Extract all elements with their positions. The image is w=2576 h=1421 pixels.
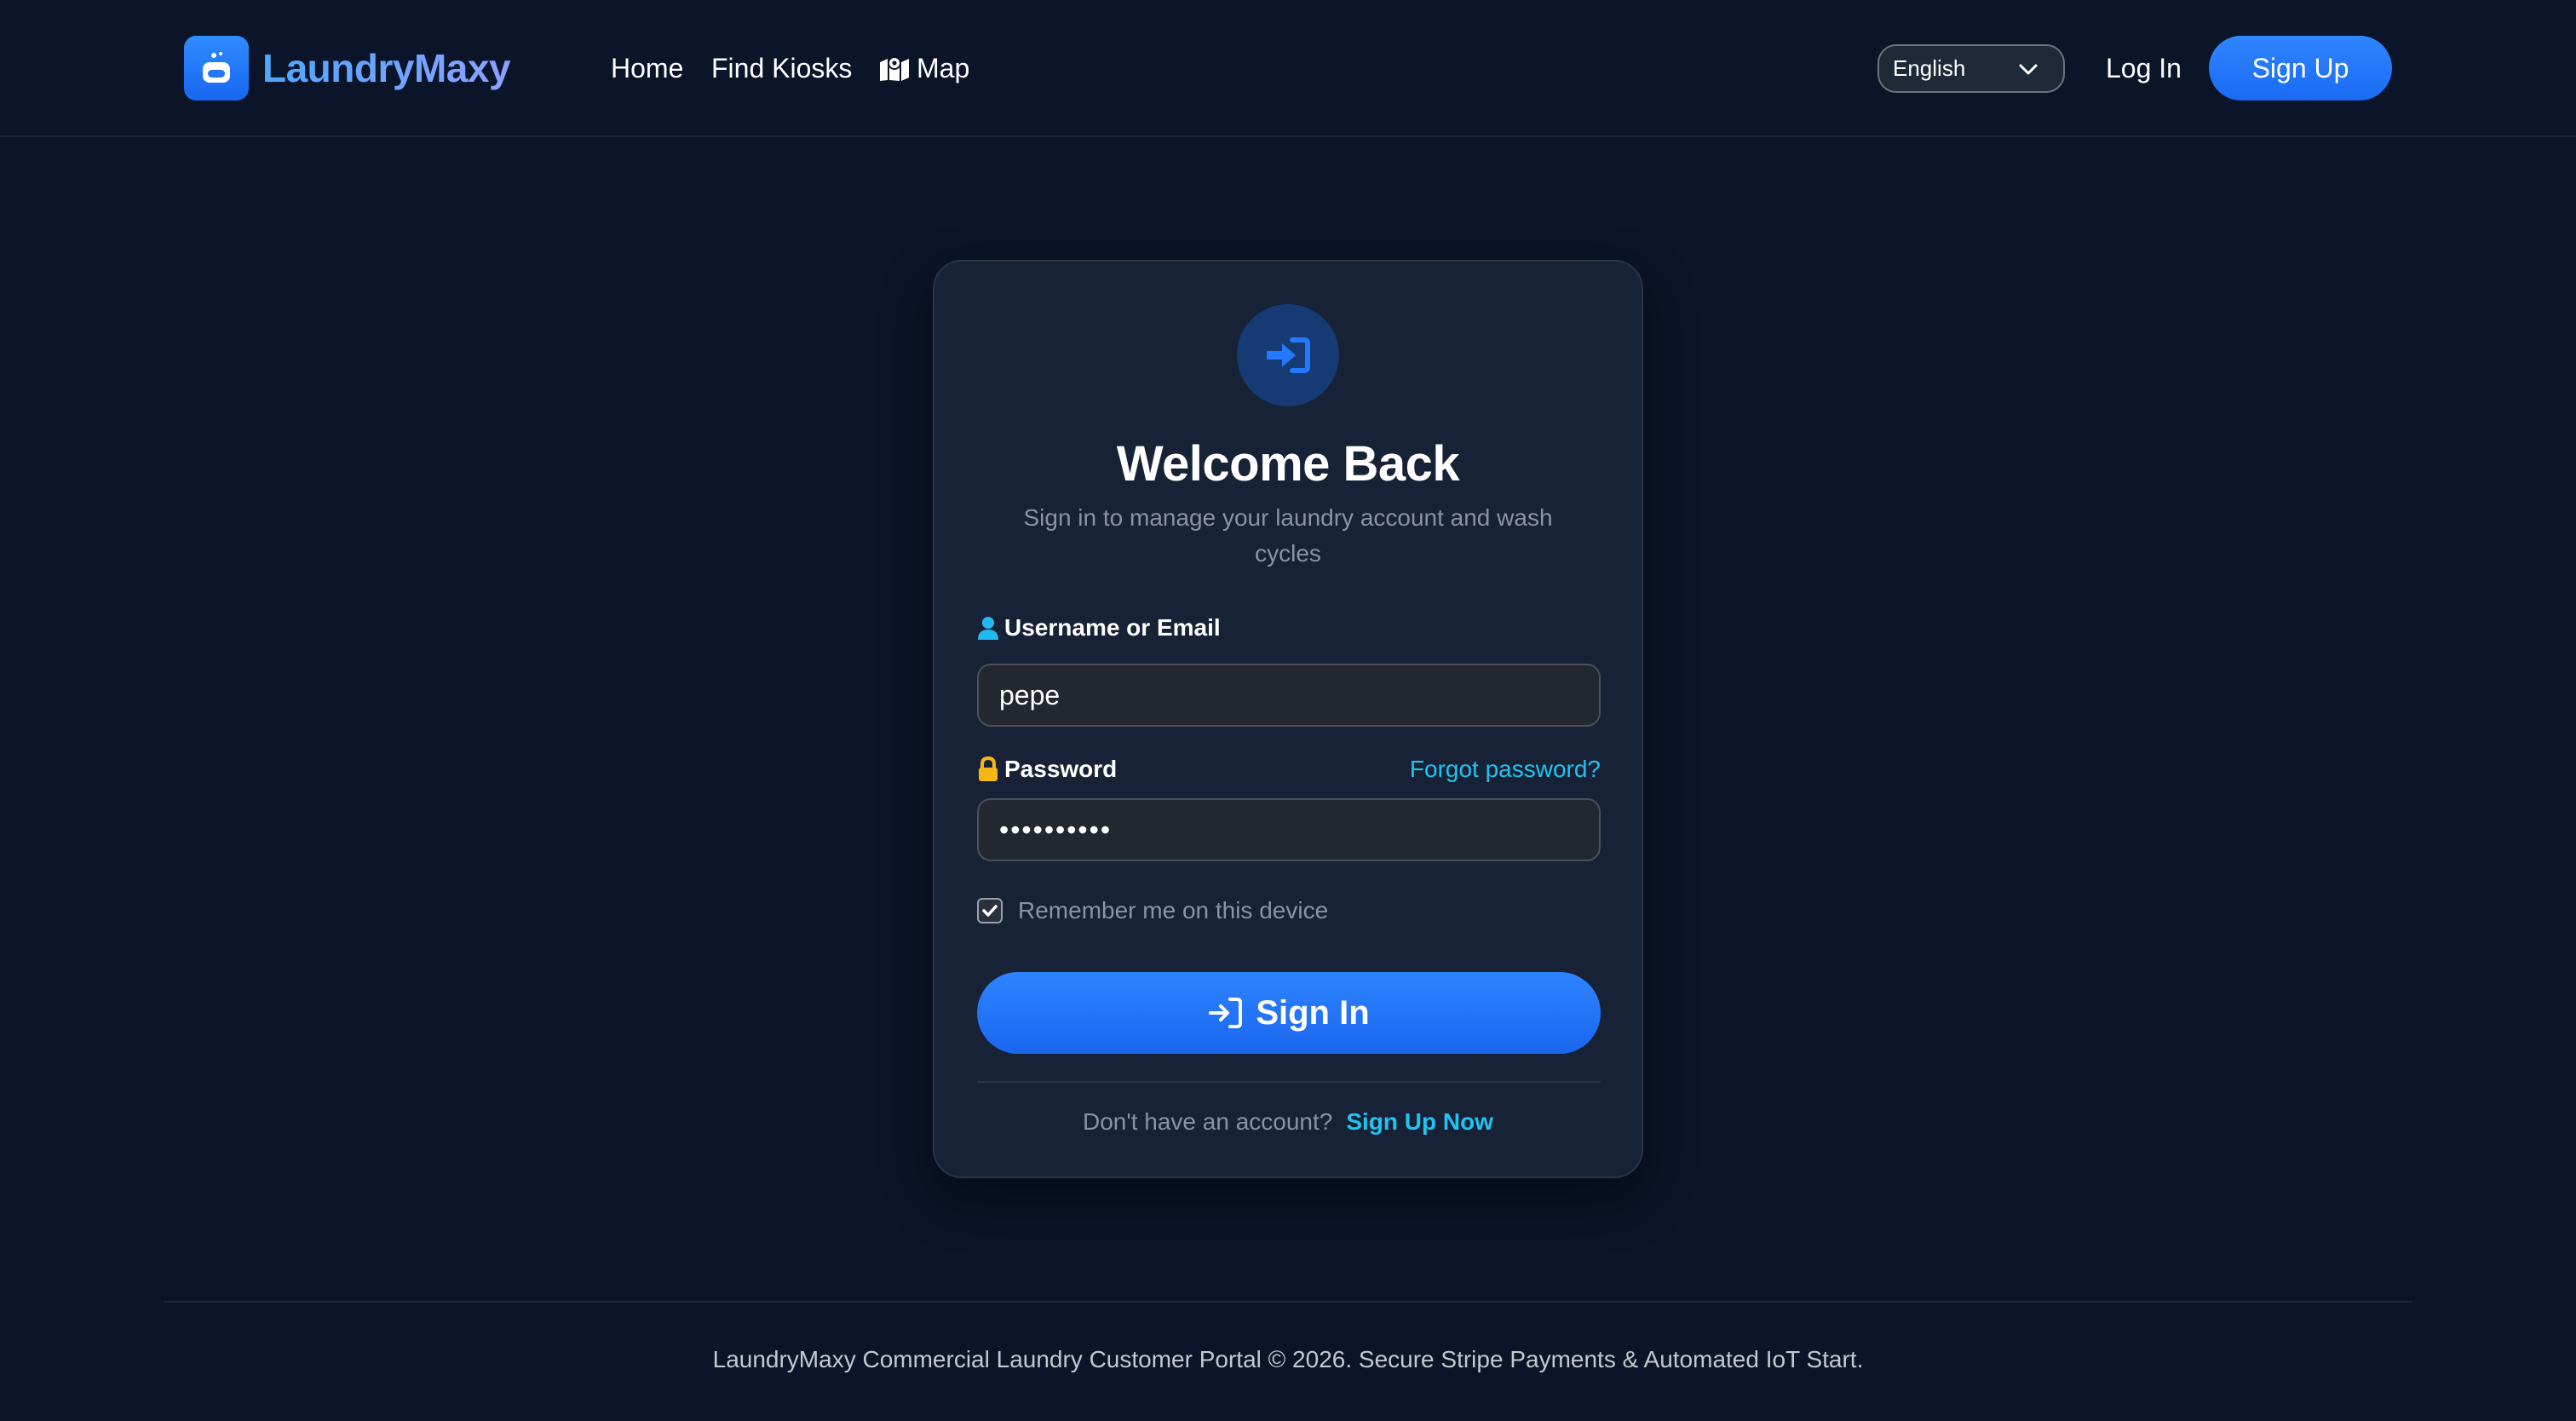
top-navbar: LaundryMaxy Home Find Kiosks Map English bbox=[0, 0, 2576, 137]
login-link[interactable]: Log In bbox=[2106, 49, 2182, 87]
sign-in-button[interactable]: Sign In bbox=[977, 972, 1601, 1054]
password-label: Password bbox=[977, 754, 1117, 785]
sign-in-icon bbox=[1237, 304, 1339, 406]
no-account-text: Don't have an account? bbox=[1083, 1108, 1333, 1135]
password-label-text: Password bbox=[1004, 756, 1118, 782]
page-subtitle: Sign in to manage your laundry account a… bbox=[1023, 504, 1553, 567]
remember-me-label[interactable]: Remember me on this device bbox=[1018, 897, 1328, 924]
login-card: Welcome Back Sign in to manage your laun… bbox=[933, 260, 1643, 1178]
card-divider bbox=[977, 1081, 1601, 1083]
sign-up-now-link[interactable]: Sign Up Now bbox=[1346, 1108, 1493, 1136]
username-label-text: Username or Email bbox=[1004, 614, 1221, 641]
chevron-down-icon bbox=[2017, 60, 2039, 86]
lock-icon bbox=[977, 757, 1004, 782]
footer-divider bbox=[164, 1301, 2412, 1303]
brand-link[interactable]: LaundryMaxy bbox=[184, 36, 511, 101]
username-label: Username or Email bbox=[977, 613, 1221, 643]
map-marked-icon bbox=[879, 55, 917, 82]
remember-me-row: Remember me on this device bbox=[977, 895, 1328, 926]
language-value: English bbox=[1893, 55, 1966, 81]
username-input[interactable] bbox=[977, 664, 1601, 727]
remember-me-checkbox[interactable] bbox=[977, 898, 1003, 923]
nav-map-link[interactable]: Map bbox=[879, 49, 969, 87]
page-title: Welcome Back bbox=[1116, 436, 1460, 492]
brand-name: LaundryMaxy bbox=[262, 46, 511, 90]
signup-prompt-row: Don't have an account? Sign Up Now bbox=[934, 1105, 1642, 1139]
nav-home-link[interactable]: Home bbox=[611, 49, 683, 87]
login-page: LaundryMaxy Home Find Kiosks Map English bbox=[0, 0, 2576, 1421]
language-select[interactable]: English bbox=[1877, 44, 2065, 93]
forgot-password-link[interactable]: Forgot password? bbox=[1410, 754, 1601, 785]
nav-map-label: Map bbox=[917, 53, 970, 83]
sign-in-button-icon bbox=[1208, 996, 1256, 1030]
user-icon bbox=[977, 616, 1004, 640]
signup-button[interactable]: Sign Up bbox=[2209, 36, 2392, 101]
footer-text: LaundryMaxy Commercial Laundry Customer … bbox=[712, 1346, 1864, 1372]
sign-in-button-label: Sign In bbox=[1256, 993, 1370, 1032]
password-input[interactable] bbox=[977, 798, 1601, 861]
nav-find-kiosks-link[interactable]: Find Kiosks bbox=[711, 49, 852, 87]
washing-machine-icon bbox=[184, 36, 249, 101]
